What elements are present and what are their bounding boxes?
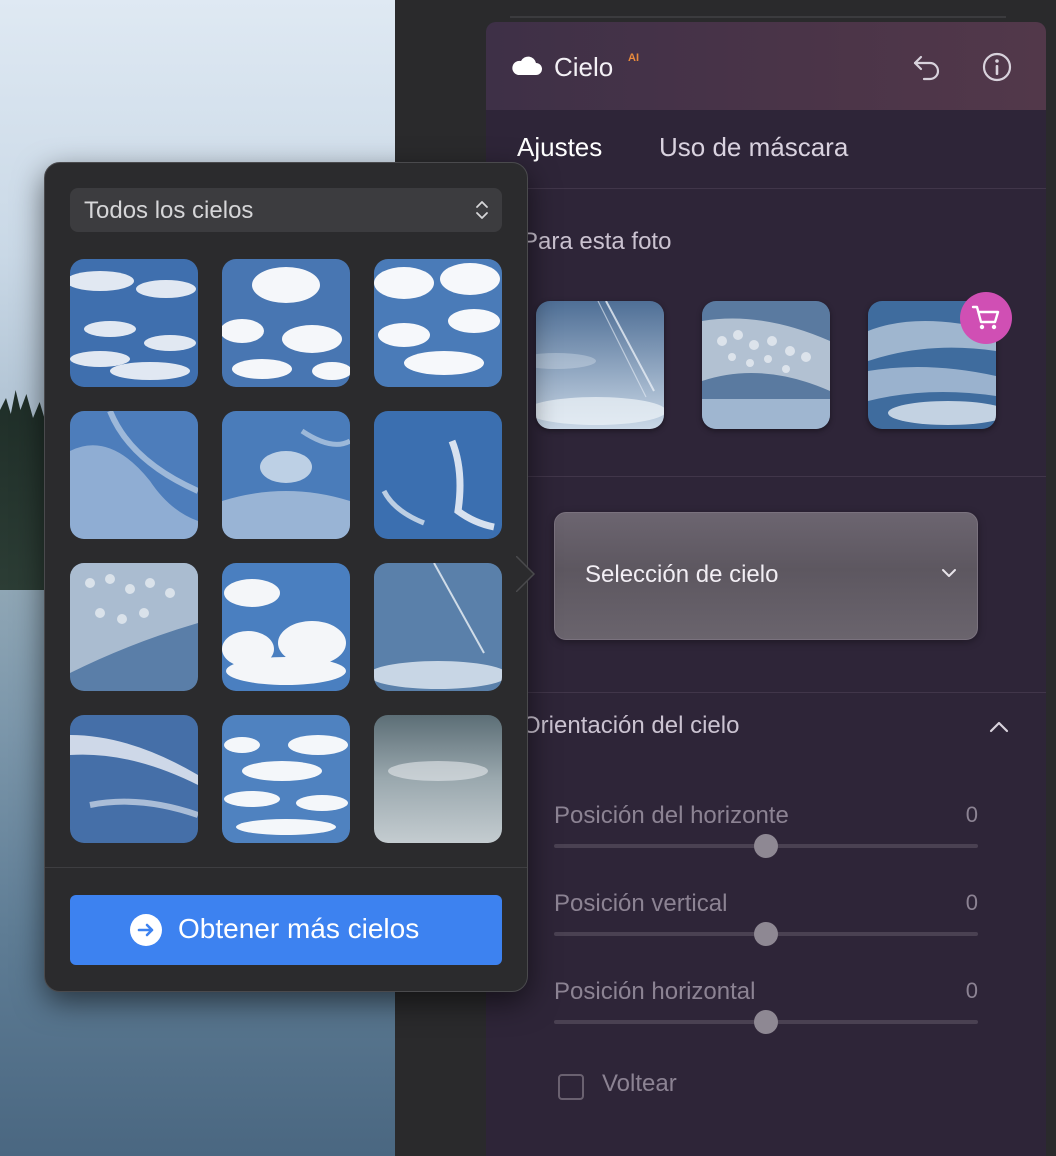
sky-cumulus-low[interactable] (70, 259, 198, 387)
flip-checkbox[interactable] (558, 1074, 584, 1100)
sky-cumulus-towers[interactable] (222, 563, 350, 691)
flip-label: Voltear (602, 1070, 677, 1097)
cloud-icon (512, 56, 542, 75)
sky-thumb-streaks[interactable] (536, 301, 664, 429)
sky-library-popover: Todos los cielos Obtener más cielos (44, 162, 528, 992)
panel-top-divider (510, 16, 1006, 18)
tab-ajustes[interactable]: Ajustes (517, 132, 602, 163)
undo-icon[interactable] (912, 52, 942, 82)
sky-cumulus-bright[interactable] (374, 259, 502, 387)
sky-cirrus-soft[interactable] (70, 411, 198, 539)
sky-overcast[interactable] (374, 715, 502, 843)
slider-label: Posición vertical (554, 890, 728, 917)
sky-altocumulus[interactable] (70, 563, 198, 691)
sky-cirrus-feather[interactable] (222, 411, 350, 539)
info-icon[interactable] (982, 52, 1012, 82)
tab-uso-de-mascara[interactable]: Uso de máscara (659, 132, 848, 163)
sky-category-select[interactable]: Todos los cielos (70, 188, 502, 232)
get-more-skies-button[interactable]: Obtener más cielos (70, 895, 502, 965)
panel-header: Cielo AI (486, 22, 1046, 110)
get-more-skies-label: Obtener más cielos (178, 913, 420, 944)
sky-thumb-mackerel[interactable] (702, 301, 830, 429)
slider-label: Posición del horizonte (554, 802, 789, 829)
slider-value: 0 (965, 978, 978, 1003)
popover-divider (45, 867, 527, 868)
sky-category-value: Todos los cielos (84, 197, 254, 224)
popover-arrow (516, 556, 536, 592)
chevron-down-icon (942, 569, 956, 577)
section-divider (522, 476, 1046, 477)
chevron-up-icon[interactable] (986, 714, 1012, 740)
slider-knob[interactable] (754, 834, 778, 858)
sky-cirrostratus[interactable] (70, 715, 198, 843)
sky-panel: Cielo AI Ajustes Uso de máscara Para est… (486, 22, 1046, 1156)
slider-label: Posición horizontal (554, 978, 756, 1005)
sky-cumulus-scattered[interactable] (222, 715, 350, 843)
ai-badge: AI (628, 52, 639, 64)
sky-contrails[interactable] (374, 563, 502, 691)
slider-knob[interactable] (754, 1010, 778, 1034)
section-divider (522, 692, 1046, 693)
sky-selection-label: Selección de cielo (585, 561, 779, 588)
panel-title: Cielo (554, 52, 614, 82)
sky-orientation-title: Orientación del cielo (522, 712, 740, 739)
slider-value: 0 (965, 890, 978, 915)
cart-icon (971, 305, 1000, 330)
panel-tabs: Ajustes Uso de máscara (486, 110, 1046, 189)
arrow-right-circle-icon (130, 914, 162, 946)
for-photo-label: Para esta foto (522, 228, 672, 255)
sky-cirrus-hook[interactable] (374, 411, 502, 539)
slider-knob[interactable] (754, 922, 778, 946)
slider-value: 0 (965, 802, 978, 827)
premium-cart-badge[interactable] (960, 292, 1012, 344)
sky-selection-dropdown[interactable]: Selección de cielo (554, 512, 978, 640)
sky-cumulus-puffy[interactable] (222, 259, 350, 387)
up-down-chevron-icon (476, 201, 488, 219)
